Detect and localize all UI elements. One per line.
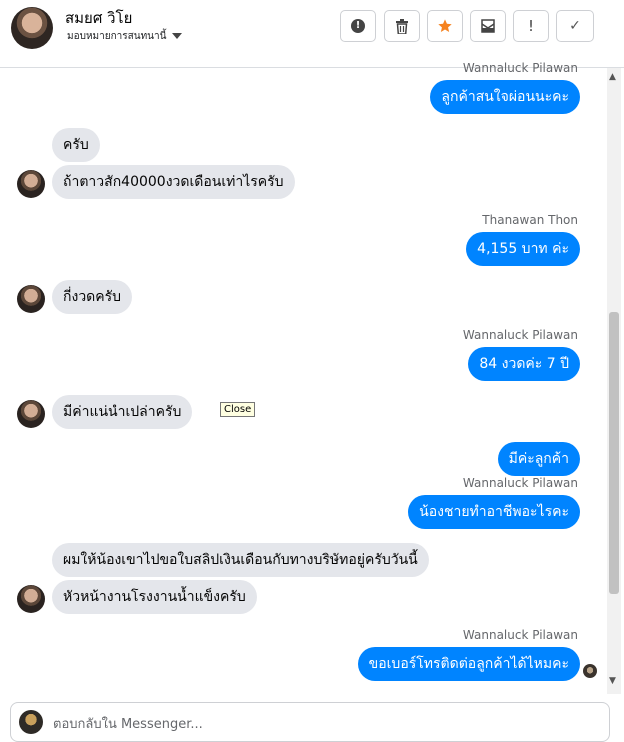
reply-input[interactable] — [53, 715, 593, 733]
outgoing-message[interactable]: น้องชายทำอาชีพอะไรคะ — [408, 495, 580, 529]
contact-avatar-small — [17, 285, 45, 313]
sender-name: Wannaluck Pilawan — [462, 628, 578, 642]
incoming-message[interactable]: กี่งวดครับ — [52, 280, 133, 314]
mark-done-button[interactable]: ✓ — [556, 10, 594, 42]
outgoing-message[interactable]: มีค่ะลูกค้า — [497, 442, 580, 476]
contact-avatar[interactable] — [11, 7, 53, 49]
star-icon — [438, 19, 452, 32]
contact-name[interactable]: สมยศ วิโย — [65, 6, 132, 30]
assign-conversation-label: มอบหมายการสนทนานี้ — [67, 31, 167, 42]
contact-avatar-small — [17, 585, 45, 613]
outgoing-message[interactable]: 4,155 บาท ค่ะ — [466, 232, 580, 266]
follow-up-button[interactable]: ! — [513, 10, 549, 42]
archive-icon — [481, 19, 495, 33]
sender-name: Wannaluck Pilawan — [462, 476, 578, 490]
outgoing-message[interactable]: 84 งวดค่ะ 7 ปี — [468, 347, 580, 381]
caret-down-icon — [172, 33, 183, 39]
star-button[interactable] — [427, 10, 463, 42]
page-avatar — [19, 710, 43, 734]
contact-avatar-small — [17, 170, 45, 198]
incoming-message[interactable]: หัวหน้างานโรงงานน้ำแข็งครับ — [52, 580, 257, 614]
sender-name: Thanawan Thon — [482, 213, 578, 227]
sender-name: Wannaluck Pilawan — [462, 328, 578, 342]
incoming-message[interactable]: ครับ — [52, 128, 100, 162]
exclamation-icon: ! — [527, 17, 534, 35]
sender-name: Wannaluck Pilawan — [462, 61, 578, 75]
delete-button[interactable] — [384, 10, 420, 42]
scrollbar-thumb[interactable] — [609, 312, 619, 594]
outgoing-message[interactable]: ขอเบอร์โทรติดต่อลูกค้าได้ไหมคะ — [357, 647, 580, 681]
assign-conversation-dropdown[interactable]: มอบหมายการสนทนานี้ — [67, 29, 183, 44]
trash-icon — [396, 18, 408, 34]
scroll-down-arrow-icon[interactable]: ▼ — [609, 676, 616, 686]
outgoing-message[interactable]: ลูกค้าสนใจผ่อนนะคะ — [430, 80, 580, 114]
alert-circle-icon: ! — [351, 19, 365, 33]
archive-button[interactable] — [470, 10, 506, 42]
incoming-message[interactable]: ผมให้น้องเขาไปขอใบสลิปเงินเดือนกับทางบริ… — [52, 543, 429, 577]
mark-spam-button[interactable]: ! — [340, 10, 376, 42]
scroll-up-arrow-icon[interactable]: ▲ — [609, 72, 616, 82]
seen-receipt-avatar — [583, 664, 597, 678]
incoming-message[interactable]: มีค่าแน่นำเปล่าครับ — [52, 395, 193, 429]
check-icon: ✓ — [569, 18, 581, 34]
close-tooltip: Close — [220, 402, 256, 417]
incoming-message[interactable]: ถ้าตาวสัก40000งวดเดือนเท่าไรครับ — [52, 165, 295, 199]
contact-avatar-small — [17, 400, 45, 428]
conversation-header: สมยศ วิโย มอบหมายการสนทนานี้ ! ! ✓ — [0, 0, 624, 68]
